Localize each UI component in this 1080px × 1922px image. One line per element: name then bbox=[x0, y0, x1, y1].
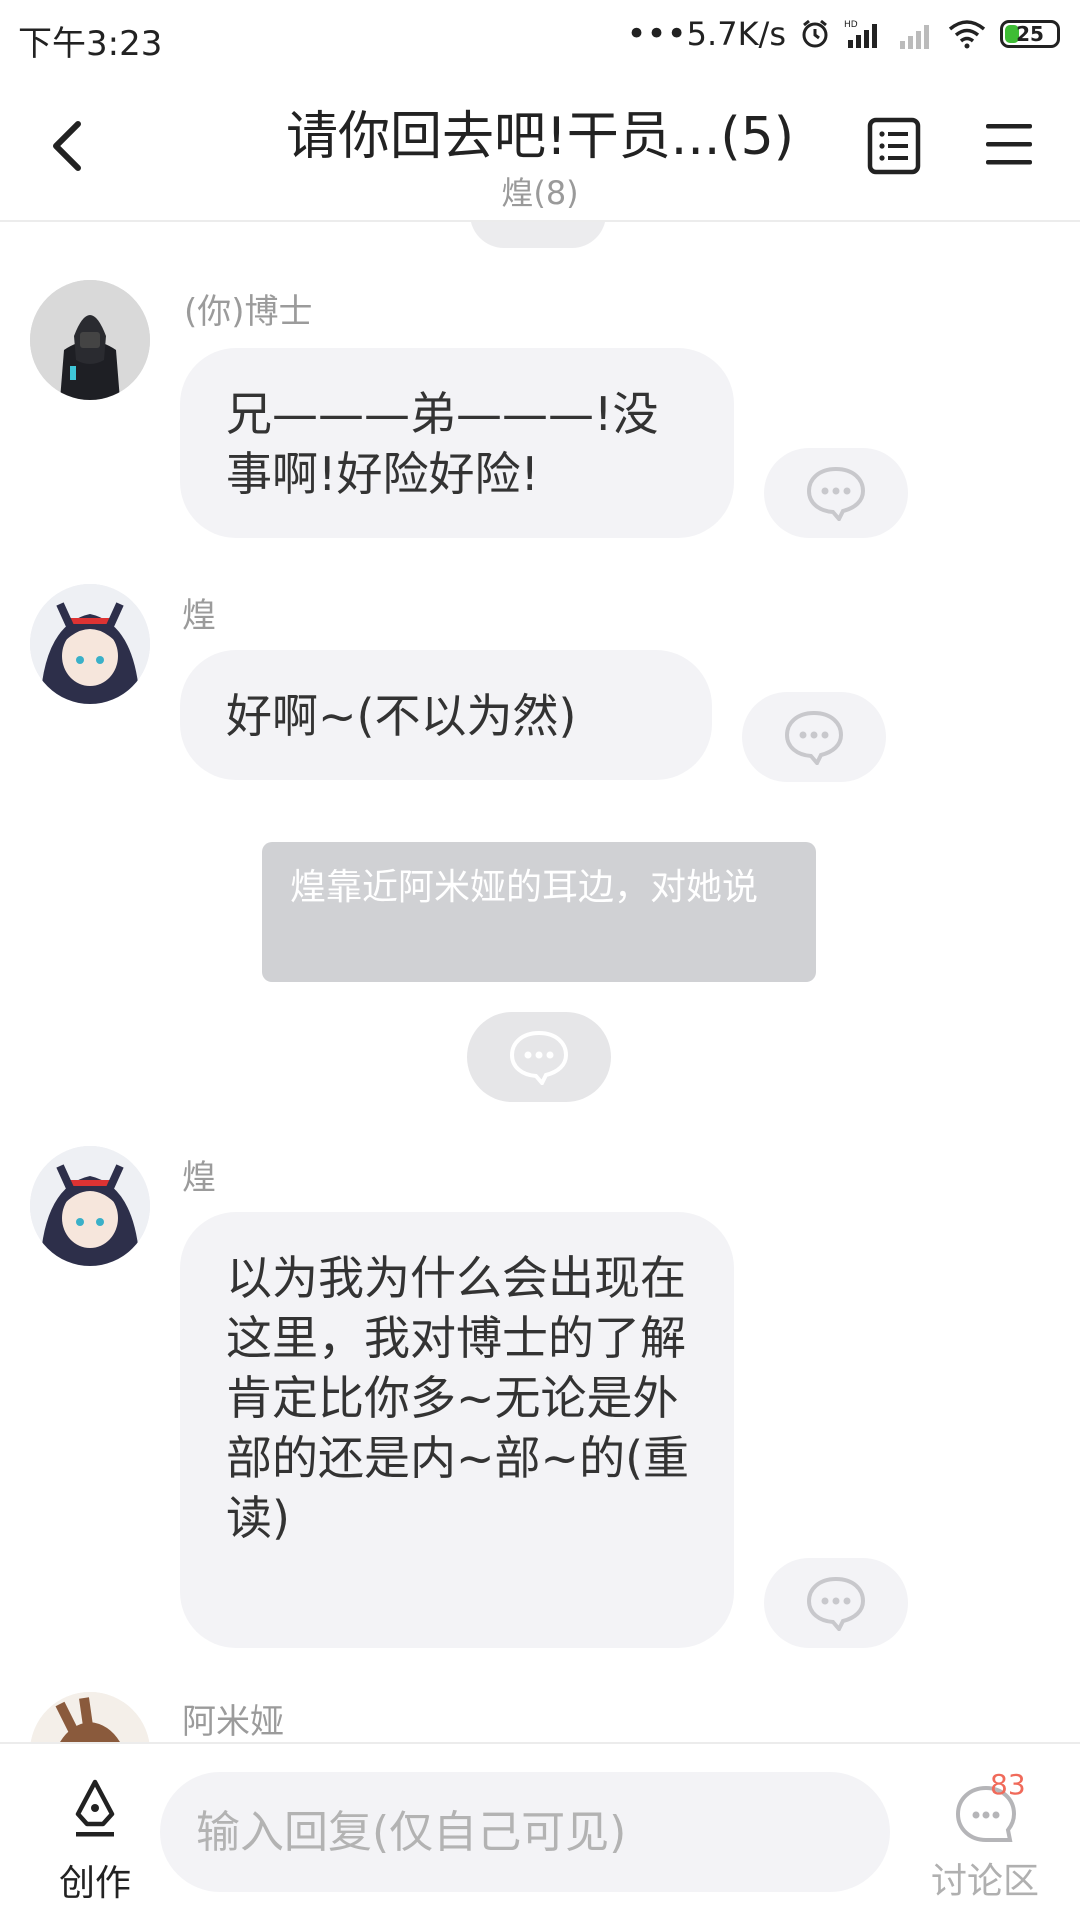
comment-button[interactable] bbox=[467, 1012, 611, 1102]
sender-name: 煌 bbox=[182, 596, 216, 636]
narration-bubble[interactable]: 煌靠近阿米娅的耳边，对她说 bbox=[262, 842, 816, 982]
catalog-button[interactable] bbox=[866, 116, 922, 176]
message-bubble[interactable]: 以为我为什么会出现在这里，我对博士的了解肯定比你多~无论是外部的还是内~部~的(… bbox=[180, 1212, 734, 1648]
sender-name: 煌 bbox=[182, 1158, 216, 1198]
comment-bubble-icon bbox=[806, 1576, 866, 1631]
signal-hd-icon: HD bbox=[844, 20, 877, 48]
create-label: 创作 bbox=[58, 1863, 131, 1904]
battery-icon: 25 bbox=[1000, 20, 1060, 48]
status-time: 下午3:23 bbox=[18, 24, 163, 64]
network-speed-text: 5.7K/s bbox=[686, 15, 786, 53]
discussion-label: 讨论区 bbox=[930, 1861, 1039, 1902]
avatar-doctor[interactable] bbox=[30, 280, 150, 400]
more-dots-icon: ••• bbox=[626, 14, 687, 54]
chevron-left-icon bbox=[53, 121, 81, 171]
alarm-icon bbox=[802, 19, 828, 48]
message-bubble[interactable]: 兄———弟———!没事啊!好险好险! bbox=[180, 348, 734, 538]
battery-level: 25 bbox=[1016, 22, 1044, 46]
create-button[interactable]: 创作 bbox=[40, 1770, 150, 1904]
avatar-huang[interactable] bbox=[30, 584, 150, 704]
comment-bubble-icon bbox=[509, 1030, 569, 1085]
comment-button[interactable] bbox=[742, 692, 886, 782]
huang-avatar-image bbox=[30, 584, 150, 704]
reply-input[interactable] bbox=[160, 1772, 890, 1892]
bottom-bar: 创作 83 讨论区 bbox=[0, 1742, 1080, 1922]
pen-nib-icon bbox=[75, 1779, 115, 1837]
svg-text:HD: HD bbox=[844, 20, 858, 30]
comment-bubble-icon bbox=[784, 710, 844, 765]
page-subtitle: 煌(8) bbox=[501, 174, 579, 212]
comment-bubble-icon bbox=[806, 466, 866, 521]
hamburger-icon bbox=[986, 124, 1032, 165]
discussion-count-badge: 83 bbox=[990, 1768, 1026, 1801]
signal-weak-icon bbox=[900, 25, 929, 49]
chat-header: 请你回去吧!干员...(5) 煌(8) bbox=[0, 72, 1080, 222]
comment-button[interactable] bbox=[764, 1558, 908, 1648]
amiya-avatar-image bbox=[30, 1692, 150, 1742]
avatar-amiya[interactable] bbox=[30, 1692, 150, 1742]
status-icons: •••5.7K/s HD 25 bbox=[627, 14, 1060, 54]
status-bar: 下午3:23 •••5.7K/s HD 25 bbox=[0, 0, 1080, 72]
list-icon bbox=[867, 117, 921, 175]
chat-scroll-area[interactable]: (你)博士 兄———弟———!没事啊!好险好险! 煌 好啊~(不以为然) 煌靠近… bbox=[0, 222, 1080, 1742]
wifi-icon bbox=[948, 20, 986, 49]
menu-button[interactable] bbox=[984, 120, 1034, 170]
comment-button[interactable] bbox=[764, 448, 908, 538]
previous-reply-button[interactable] bbox=[470, 222, 606, 248]
sender-name: 阿米娅 bbox=[182, 1702, 284, 1742]
back-button[interactable] bbox=[40, 108, 100, 178]
network-speed: •••5.7K/s bbox=[627, 14, 787, 54]
message-bubble[interactable]: 好啊~(不以为然) bbox=[180, 650, 712, 780]
sender-name: (你)博士 bbox=[184, 292, 313, 332]
discussion-button[interactable]: 83 讨论区 bbox=[920, 1764, 1050, 1904]
doctor-avatar-image bbox=[30, 280, 150, 400]
avatar-huang[interactable] bbox=[30, 1146, 150, 1266]
page-title: 请你回去吧!干员...(5) bbox=[285, 107, 795, 167]
huang-avatar-image bbox=[30, 1146, 150, 1266]
